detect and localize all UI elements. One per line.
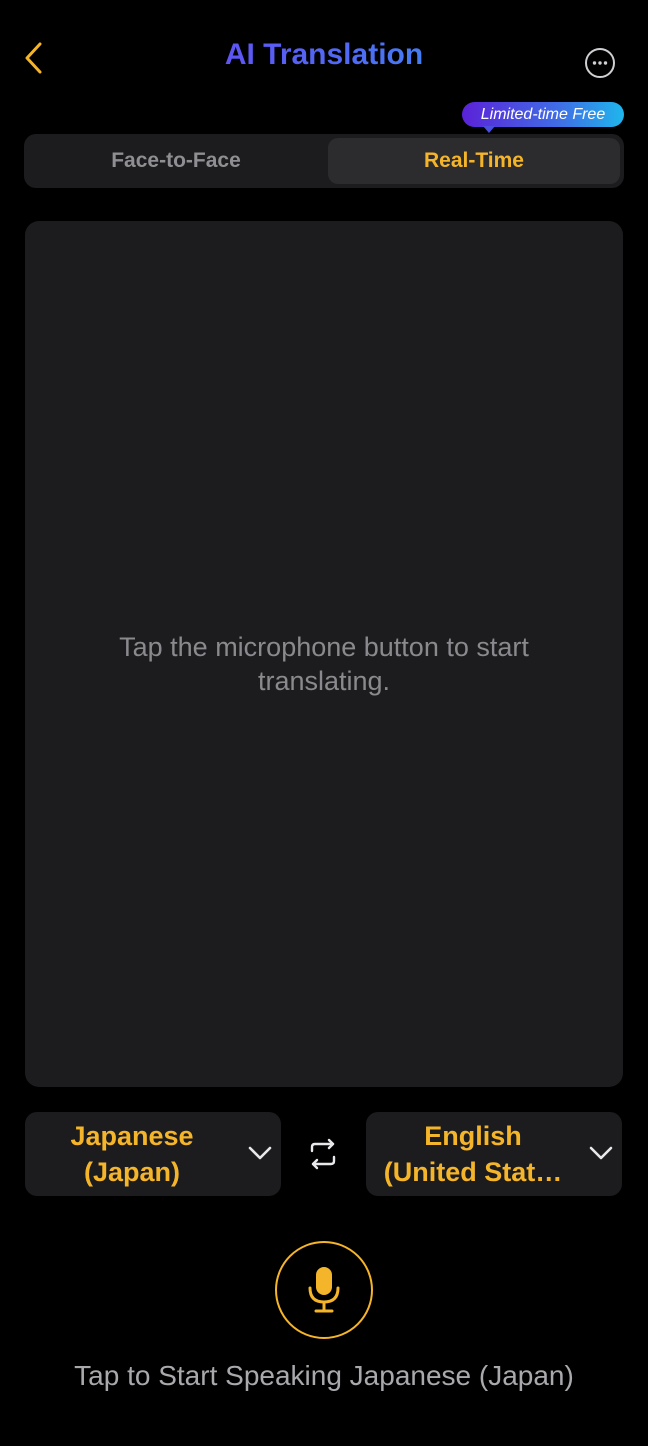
chevron-down-icon xyxy=(248,1146,272,1160)
more-horizontal-circle-icon xyxy=(585,48,615,78)
speak-prompt-text: Tap to Start Speaking Japanese (Japan) xyxy=(74,1360,574,1391)
empty-hint-text: Tap the microphone button to start trans… xyxy=(119,632,529,696)
more-button[interactable] xyxy=(584,47,616,79)
chevron-down-icon xyxy=(589,1146,613,1160)
limited-time-free-badge: Limited-time Free xyxy=(462,102,624,127)
swap-languages-button[interactable] xyxy=(303,1134,343,1174)
mode-tabs: Face-to-Face Real-Time xyxy=(24,134,624,188)
tab-face-to-face[interactable]: Face-to-Face xyxy=(28,138,324,184)
badge-pointer xyxy=(483,126,495,133)
page-title: AI Translation xyxy=(0,36,648,74)
target-language-selector[interactable]: English (United Stat… xyxy=(366,1112,622,1196)
source-language-label: Japanese (Japan) xyxy=(70,1121,194,1187)
swap-arrows-icon xyxy=(310,1138,336,1170)
tab-real-time[interactable]: Real-Time xyxy=(328,138,620,184)
source-language-selector[interactable]: Japanese (Japan) xyxy=(25,1112,281,1196)
microphone-icon xyxy=(308,1267,340,1313)
target-language-label: English (United Stat… xyxy=(383,1121,563,1187)
microphone-button[interactable] xyxy=(275,1241,373,1339)
